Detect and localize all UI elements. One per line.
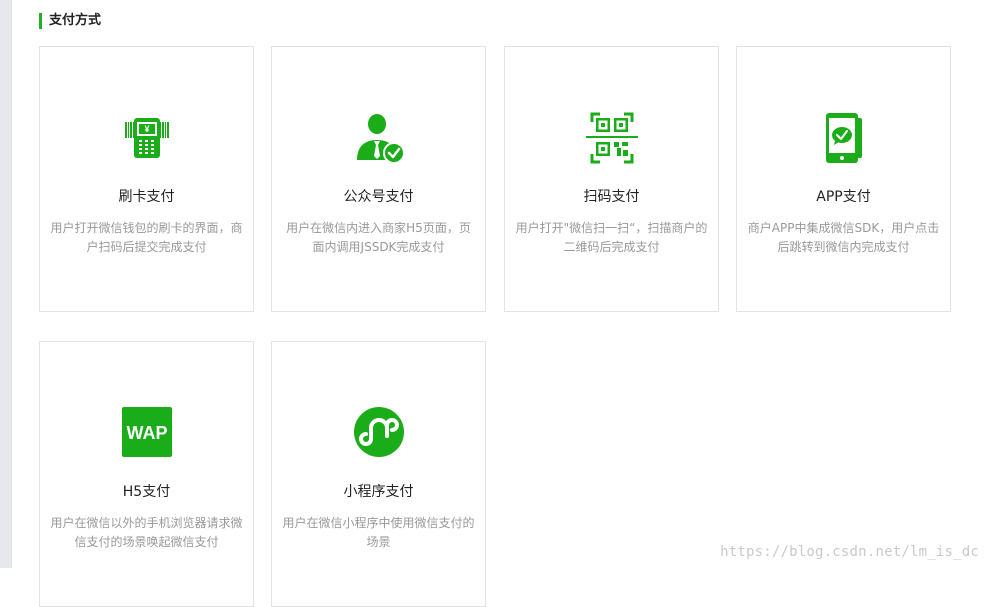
- payment-card-official-account[interactable]: 公众号支付 用户在微信内进入商家H5页面，页面内调用JSSDK完成支付: [271, 46, 486, 312]
- card-description: 用户在微信小程序中使用微信支付的场景: [282, 516, 475, 549]
- section-title: 支付方式: [39, 13, 101, 29]
- app-phone-icon: [816, 110, 872, 166]
- card-title: APP支付: [816, 189, 871, 205]
- card-description: 用户打开微信钱包的刷卡的界面，商户扫码后提交完成支付: [50, 221, 243, 254]
- card-title: 公众号支付: [343, 189, 414, 205]
- payment-card-qr-scan[interactable]: 扫码支付 用户打开"微信扫一扫“，扫描商户的二维码后完成支付: [504, 46, 719, 312]
- card-description: 商户APP中集成微信SDK，用户点击后跳转到微信内完成支付: [747, 221, 940, 254]
- svg-text:¥: ¥: [144, 124, 149, 134]
- left-gutter: [0, 0, 12, 568]
- payment-card-mini-program[interactable]: 小程序支付 用户在微信小程序中使用微信支付的场景: [271, 341, 486, 607]
- mini-program-icon: [353, 406, 405, 458]
- card-title: 小程序支付: [343, 484, 414, 500]
- card-description: 用户在微信内进入商家H5页面，页面内调用JSSDK完成支付: [286, 221, 471, 254]
- payment-card-h5[interactable]: WAP H5支付 用户在微信以外的手机浏览器请求微信支付的场景唤起微信支付: [39, 341, 254, 607]
- watermark: https://blog.csdn.net/lm_is_dc: [720, 544, 979, 560]
- card-description: 用户打开"微信扫一扫“，扫描商户的二维码后完成支付: [515, 221, 708, 254]
- qr-scan-icon: [584, 110, 640, 166]
- payment-card-swipe[interactable]: ¥ 刷卡支付 用户打开微信钱包的刷卡的界面，商户扫码后提交完成支付: [39, 46, 254, 312]
- card-description: 用户在微信以外的手机浏览器请求微信支付的场景唤起微信支付: [50, 516, 243, 549]
- official-account-icon: [351, 110, 407, 166]
- card-title: 扫码支付: [583, 189, 640, 205]
- card-title: 刷卡支付: [118, 189, 175, 205]
- wap-icon-label: WAP: [126, 423, 167, 443]
- wap-icon: WAP: [121, 407, 172, 457]
- payment-card-app[interactable]: APP支付 商户APP中集成微信SDK，用户点击后跳转到微信内完成支付: [736, 46, 951, 312]
- card-reader-icon: ¥: [119, 110, 175, 166]
- card-title: H5支付: [122, 484, 171, 500]
